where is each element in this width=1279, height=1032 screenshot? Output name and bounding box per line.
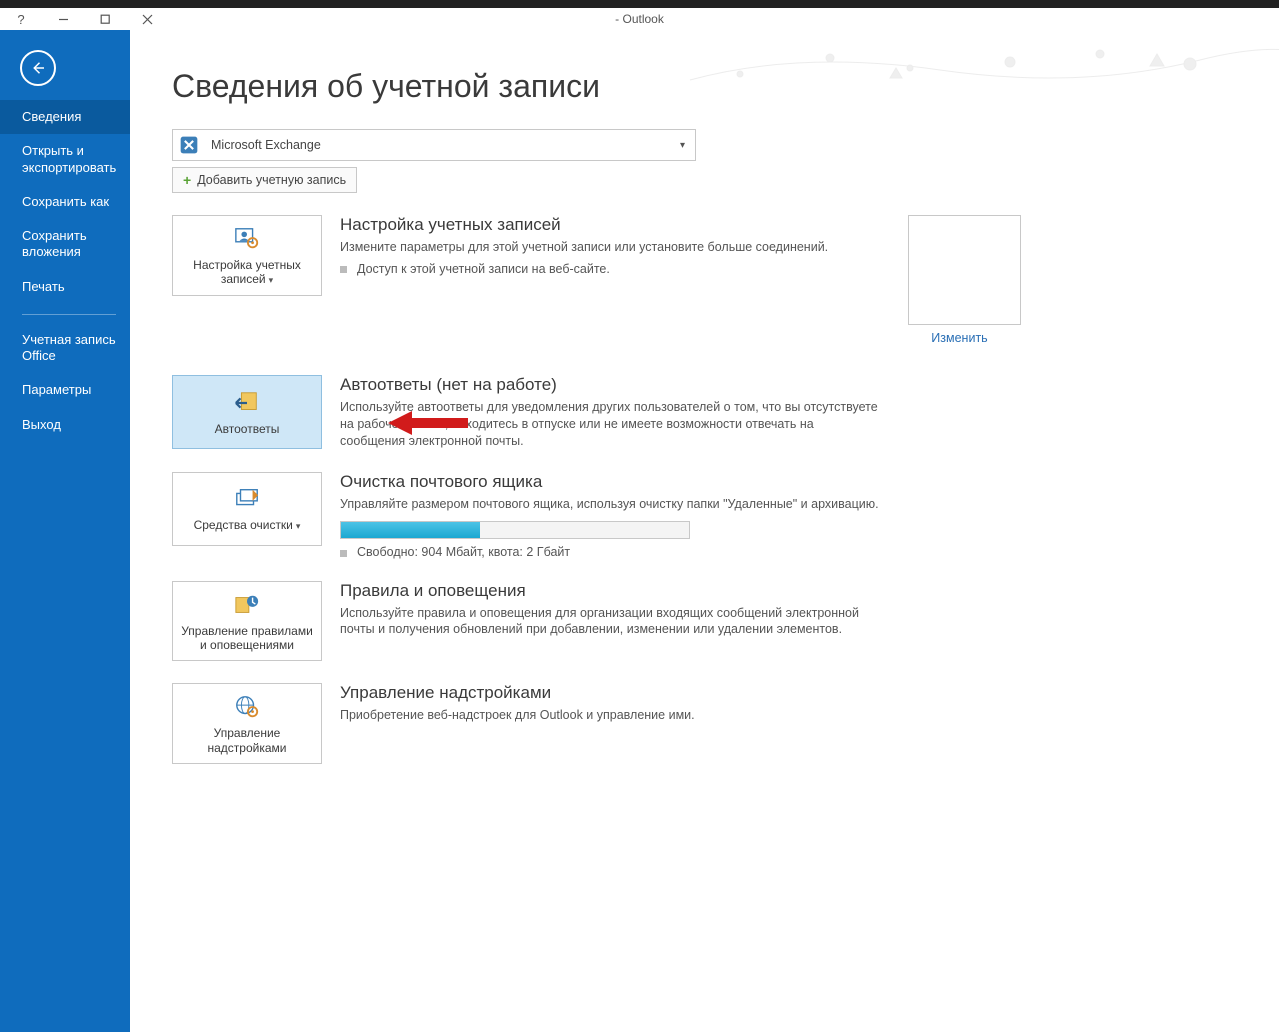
- help-button[interactable]: ?: [0, 8, 42, 30]
- addins-heading: Управление надстройками: [340, 683, 880, 703]
- back-button[interactable]: [20, 50, 56, 86]
- top-black-strip: [0, 0, 1279, 8]
- minimize-button[interactable]: [42, 8, 84, 30]
- account-dropdown[interactable]: Microsoft Exchange ▾: [172, 129, 696, 161]
- sidebar-item-office-account[interactable]: Учетная запись Office: [0, 323, 130, 374]
- sidebar-item-info[interactable]: Сведения: [0, 100, 130, 134]
- cleanup-desc: Управляйте размером почтового ящика, исп…: [340, 496, 880, 513]
- storage-bar: [340, 521, 690, 539]
- auto-reply-icon: [232, 390, 262, 416]
- sidebar-item-save-as[interactable]: Сохранить как: [0, 185, 130, 219]
- bullet-square-icon: [340, 550, 347, 557]
- account-settings-tile-label: Настройка учетных записей: [193, 258, 301, 286]
- auto-replies-tile-label: Автоответы: [215, 422, 280, 436]
- person-gear-icon: [232, 226, 262, 252]
- manage-addins-tile[interactable]: Управление надстройками: [172, 683, 322, 764]
- auto-replies-tile[interactable]: Автоответы: [172, 375, 322, 449]
- sidebar-item-print[interactable]: Печать: [0, 270, 130, 304]
- window-title: - Outlook: [0, 12, 1279, 26]
- sidebar-item-options[interactable]: Параметры: [0, 373, 130, 407]
- backstage-sidebar: Сведения Открыть и экспортировать Сохран…: [0, 30, 130, 1032]
- window-controls: ?: [0, 8, 168, 30]
- auto-replies-desc: Используйте автоответы для уведомления д…: [340, 399, 880, 450]
- profile-photo-placeholder: [908, 215, 1021, 325]
- maximize-button[interactable]: [84, 8, 126, 30]
- rules-icon: [232, 592, 262, 618]
- add-account-button[interactable]: + Добавить учетную запись: [172, 167, 357, 193]
- add-account-label: Добавить учетную запись: [197, 173, 346, 187]
- addins-icon: [232, 694, 262, 720]
- window-titlebar: - Outlook ?: [0, 8, 1279, 30]
- addins-desc: Приобретение веб-надстроек для Outlook и…: [340, 707, 880, 724]
- change-photo-link[interactable]: Изменить: [898, 331, 1021, 345]
- main-content: Сведения об учетной записи Microsoft Exc…: [130, 30, 1279, 1032]
- storage-bar-fill: [341, 522, 480, 538]
- chevron-down-icon: ▾: [296, 521, 301, 531]
- sidebar-divider: [22, 314, 116, 315]
- auto-replies-heading: Автоответы (нет на работе): [340, 375, 880, 395]
- rules-desc: Используйте правила и оповещения для орг…: [340, 605, 880, 639]
- profile-photo-block: Изменить: [898, 215, 1021, 345]
- sidebar-item-save-attachments[interactable]: Сохранить вложения: [0, 219, 130, 270]
- page-title: Сведения об учетной записи: [172, 68, 1249, 105]
- rules-alerts-tile[interactable]: Управление правилами и оповещениями: [172, 581, 322, 662]
- account-settings-desc: Измените параметры для этой учетной запи…: [340, 239, 880, 256]
- sidebar-item-open-export[interactable]: Открыть и экспортировать: [0, 134, 130, 185]
- cleanup-tools-tile[interactable]: Средства очистки▾: [172, 472, 322, 546]
- manage-addins-tile-label: Управление надстройками: [179, 726, 315, 755]
- chevron-down-icon: ▾: [269, 275, 274, 285]
- exchange-icon: [179, 135, 199, 155]
- account-web-access-text: Доступ к этой учетной записи на веб-сайт…: [357, 262, 610, 276]
- chevron-down-icon: ▾: [680, 140, 685, 151]
- account-settings-tile[interactable]: Настройка учетных записей▾: [172, 215, 322, 296]
- sidebar-item-exit[interactable]: Выход: [0, 408, 130, 442]
- cleanup-icon: [232, 486, 262, 512]
- storage-quota-text: Свободно: 904 Мбайт, квота: 2 Гбайт: [357, 545, 570, 559]
- account-settings-heading: Настройка учетных записей: [340, 215, 880, 235]
- bullet-square-icon: [340, 266, 347, 273]
- account-label: Microsoft Exchange: [211, 138, 321, 152]
- plus-icon: +: [183, 173, 191, 187]
- cleanup-heading: Очистка почтового ящика: [340, 472, 880, 492]
- rules-alerts-tile-label: Управление правилами и оповещениями: [179, 624, 315, 653]
- rules-heading: Правила и оповещения: [340, 581, 880, 601]
- close-button[interactable]: [126, 8, 168, 30]
- cleanup-tools-tile-label: Средства очистки: [194, 518, 293, 532]
